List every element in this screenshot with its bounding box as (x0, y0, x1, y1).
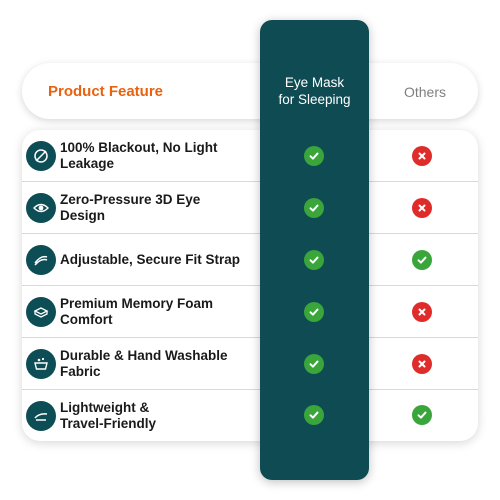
feature-label-line1: Premium Memory Foam (60, 296, 214, 311)
eye-icon (26, 193, 56, 223)
eye-mask-check-icon (304, 302, 324, 322)
eye-mask-heading-line1: Eye Mask (284, 75, 345, 90)
eye-mask-check-icon (304, 354, 324, 374)
feature-label-line1: Lightweight & (60, 400, 150, 415)
others-cross-icon (412, 198, 432, 218)
foam-icon (26, 297, 56, 327)
feature-label-line1: 100% Blackout, No Light (60, 140, 218, 155)
eye-mask-check-icon (304, 146, 324, 166)
others-cross-icon (412, 354, 432, 374)
others-heading: Others (403, 84, 446, 100)
eye-mask-heading-line2: for Sleeping (278, 92, 351, 107)
feature-label: Durable & Hand Washable Fabric (60, 348, 260, 380)
row-divider (22, 181, 478, 182)
others-check-icon (412, 250, 432, 270)
eye-mask-check-icon (304, 198, 324, 218)
eye-mask-check-icon (304, 250, 324, 270)
row-divider (22, 337, 478, 338)
others-check-icon (412, 405, 432, 425)
feature-label-line2: Travel-Friendly (60, 416, 157, 431)
row-divider (22, 233, 478, 234)
feature-label-line2: Leakage (60, 156, 115, 171)
washable-icon (26, 349, 56, 379)
row-divider (22, 389, 478, 390)
lightweight-icon (26, 401, 56, 431)
feature-label-line2: Fabric (60, 364, 101, 379)
others-cross-icon (412, 302, 432, 322)
eye-mask-check-icon (304, 405, 324, 425)
feature-label-line2: Comfort (60, 312, 113, 327)
feature-label-line1: Durable & Hand Washable (60, 348, 228, 363)
feature-label-line1: Adjustable, Secure Fit Strap (60, 252, 241, 267)
eye-mask-heading: Eye Mask for Sleeping (260, 74, 369, 108)
no-light-icon (26, 141, 56, 171)
feature-label: Zero-Pressure 3D Eye Design (60, 192, 260, 224)
feature-label: Adjustable, Secure Fit Strap (60, 252, 260, 268)
feature-label: Lightweight & Travel-Friendly (60, 400, 260, 432)
feature-label: 100% Blackout, No Light Leakage (60, 140, 260, 172)
feature-label-line1: Zero-Pressure 3D Eye (60, 192, 201, 207)
feature-label-line2: Design (60, 208, 106, 223)
strap-icon (26, 245, 56, 275)
feature-label: Premium Memory Foam Comfort (60, 296, 260, 328)
others-cross-icon (412, 146, 432, 166)
product-feature-heading: Product Feature (48, 83, 164, 100)
row-divider (22, 285, 478, 286)
